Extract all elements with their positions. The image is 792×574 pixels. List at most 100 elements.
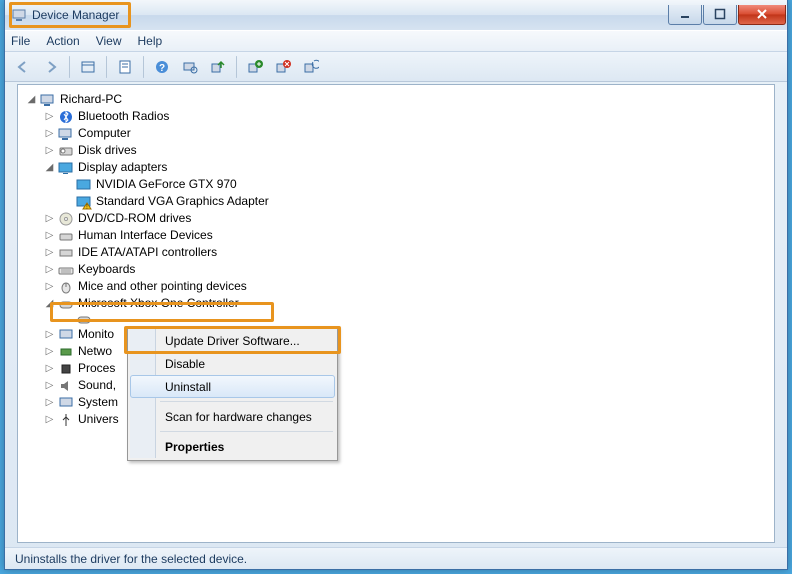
scan-hardware-button[interactable] — [178, 55, 202, 79]
tree-item-computer[interactable]: ▷ Computer — [22, 125, 770, 142]
expand-icon[interactable]: ▷ — [44, 230, 55, 241]
menu-item-label: Update Driver Software... — [165, 334, 300, 348]
expand-icon[interactable]: ▷ — [44, 414, 55, 425]
display-warning-icon: ! — [76, 194, 92, 210]
expand-icon[interactable]: ▷ — [44, 145, 55, 156]
menu-item-uninstall[interactable]: Uninstall — [130, 375, 335, 398]
back-button[interactable] — [11, 55, 35, 79]
usb-icon — [58, 412, 74, 428]
controller-icon — [76, 312, 92, 326]
disk-icon — [58, 143, 74, 159]
window-title: Device Manager — [32, 8, 119, 22]
computer-icon — [40, 92, 56, 108]
tree-item-gtx970[interactable]: NVIDIA GeForce GTX 970 — [22, 176, 770, 193]
expand-icon[interactable]: ▷ — [44, 363, 55, 374]
menu-separator — [160, 401, 333, 402]
tree-label: Keyboards — [78, 261, 135, 278]
sound-icon — [58, 378, 74, 394]
tree-label: DVD/CD-ROM drives — [78, 210, 191, 227]
expand-icon[interactable]: ▷ — [44, 264, 55, 275]
tree-label: Netwo — [78, 343, 112, 360]
dvd-icon — [58, 211, 74, 227]
menu-item-label: Scan for hardware changes — [165, 410, 312, 424]
menu-action[interactable]: Action — [46, 34, 79, 48]
tree-item-hid[interactable]: ▷ Human Interface Devices — [22, 227, 770, 244]
menu-item-label: Properties — [165, 440, 224, 454]
menu-item-disable[interactable]: Disable — [130, 352, 335, 375]
menu-item-update-driver[interactable]: Update Driver Software... — [130, 329, 335, 352]
expand-icon[interactable]: ▷ — [44, 346, 55, 357]
expand-icon[interactable]: ▷ — [44, 247, 55, 258]
tree-label: IDE ATA/ATAPI controllers — [78, 244, 217, 261]
menubar: File Action View Help — [5, 30, 787, 52]
expand-icon[interactable]: ▷ — [44, 111, 55, 122]
cpu-icon — [58, 361, 74, 377]
computer-icon — [58, 126, 74, 142]
network-icon — [58, 344, 74, 360]
separator — [106, 56, 107, 78]
toolbar: ? — [5, 52, 787, 82]
uninstall-button[interactable] — [243, 55, 267, 79]
expand-icon[interactable]: ▷ — [44, 281, 55, 292]
tree-item-mice[interactable]: ▷ Mice and other pointing devices — [22, 278, 770, 295]
expand-icon[interactable]: ▷ — [44, 213, 55, 224]
collapse-icon[interactable]: ◢ — [44, 298, 55, 309]
tree-label: Bluetooth Radios — [78, 108, 169, 125]
separator — [69, 56, 70, 78]
context-menu: Update Driver Software... Disable Uninst… — [127, 326, 338, 461]
menu-item-label: Disable — [165, 357, 205, 371]
separator — [236, 56, 237, 78]
tree-item-ide[interactable]: ▷ IDE ATA/ATAPI controllers — [22, 244, 770, 261]
tree-label: Sound, — [78, 377, 116, 394]
tree-root[interactable]: ◢ Richard-PC — [22, 91, 770, 108]
tree-item-bluetooth[interactable]: ▷ Bluetooth Radios — [22, 108, 770, 125]
expand-icon[interactable]: ▷ — [44, 397, 55, 408]
display-icon — [58, 160, 74, 176]
tree-item-xbox-device[interactable] — [22, 312, 770, 326]
tree-item-keyboards[interactable]: ▷ Keyboards — [22, 261, 770, 278]
close-button[interactable] — [738, 5, 786, 25]
hid-icon — [58, 228, 74, 244]
menu-item-scan[interactable]: Scan for hardware changes — [130, 405, 335, 428]
statusbar: Uninstalls the driver for the selected d… — [5, 547, 787, 569]
spacer — [62, 314, 73, 325]
tree-label: Richard-PC — [60, 91, 122, 108]
tree-label: Microsoft Xbox One Controller — [78, 295, 239, 312]
tree-label: Proces — [78, 360, 115, 377]
help-button[interactable]: ? — [150, 55, 174, 79]
tree-item-disk[interactable]: ▷ Disk drives — [22, 142, 770, 159]
device-manager-window: Device Manager File Action View Help ? — [4, 0, 788, 570]
mouse-icon — [58, 279, 74, 295]
menu-view[interactable]: View — [96, 34, 122, 48]
tree-label: NVIDIA GeForce GTX 970 — [96, 176, 237, 193]
titlebar: Device Manager — [5, 0, 787, 30]
system-icon — [58, 395, 74, 411]
update-driver-button[interactable] — [206, 55, 230, 79]
tree-item-vga[interactable]: ! Standard VGA Graphics Adapter — [22, 193, 770, 210]
separator — [143, 56, 144, 78]
expand-icon[interactable]: ▷ — [44, 380, 55, 391]
collapse-icon[interactable]: ◢ — [44, 162, 55, 173]
expand-icon[interactable]: ▷ — [44, 329, 55, 340]
menu-separator — [160, 431, 333, 432]
monitor-icon — [58, 327, 74, 343]
tree-item-xbox-category[interactable]: ◢ Microsoft Xbox One Controller — [22, 295, 770, 312]
show-hide-console-button[interactable] — [76, 55, 100, 79]
maximize-button[interactable] — [703, 5, 737, 25]
tree-item-display[interactable]: ◢ Display adapters — [22, 159, 770, 176]
forward-button[interactable] — [39, 55, 63, 79]
tree-label: Computer — [78, 125, 131, 142]
menu-item-properties[interactable]: Properties — [130, 435, 335, 458]
tree-item-dvd[interactable]: ▷ DVD/CD-ROM drives — [22, 210, 770, 227]
menu-help[interactable]: Help — [138, 34, 163, 48]
tree-panel: ◢ Richard-PC ▷ Bluetooth Radios ▷ Comput… — [17, 84, 775, 543]
minimize-button[interactable] — [668, 5, 702, 25]
enable-button[interactable] — [299, 55, 323, 79]
menu-file[interactable]: File — [11, 34, 30, 48]
spacer — [62, 196, 73, 207]
disable-button[interactable] — [271, 55, 295, 79]
collapse-icon[interactable]: ◢ — [26, 94, 37, 105]
properties-button[interactable] — [113, 55, 137, 79]
app-icon — [11, 7, 27, 23]
expand-icon[interactable]: ▷ — [44, 128, 55, 139]
